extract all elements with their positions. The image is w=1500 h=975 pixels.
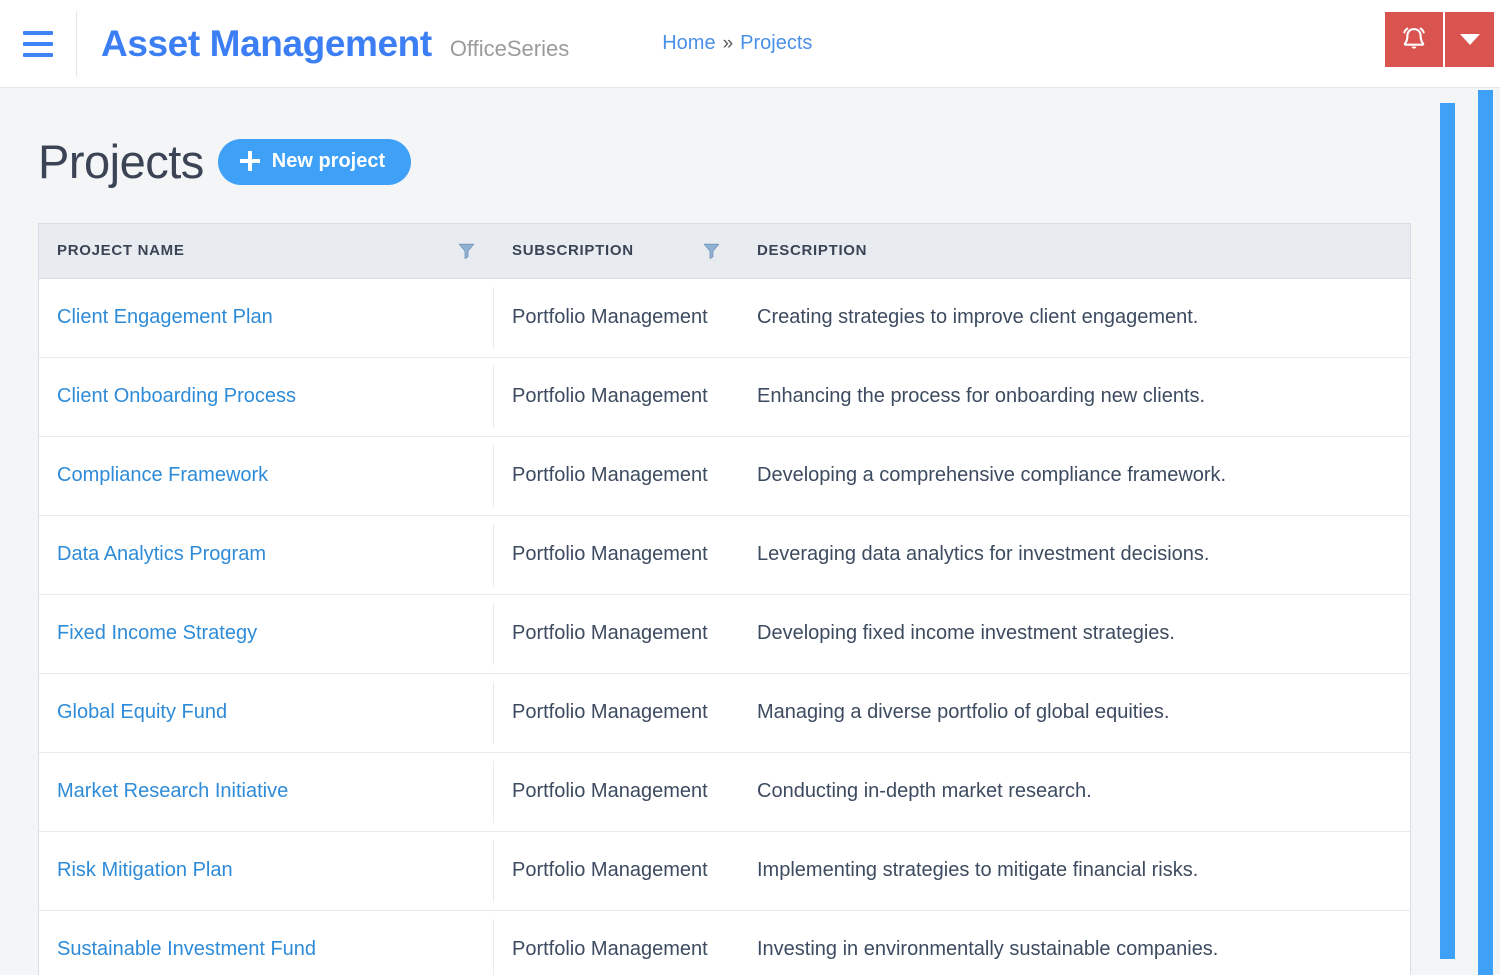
hamburger-line bbox=[23, 41, 53, 46]
content-vertical-scrollbar-thumb[interactable] bbox=[1440, 103, 1455, 959]
filter-funnel-icon-project-name[interactable] bbox=[457, 241, 476, 260]
new-project-button[interactable]: New project bbox=[217, 138, 412, 185]
project-link[interactable]: Client Onboarding Process bbox=[57, 385, 296, 407]
cell-description: Investing in environmentally sustainable… bbox=[757, 938, 1219, 961]
column-header-project-name-label: PROJECT NAME bbox=[57, 242, 185, 260]
table-row: Global Equity Fund Portfolio Management … bbox=[39, 673, 1410, 753]
column-header-description: DESCRIPTION bbox=[739, 224, 1410, 279]
project-link[interactable]: Sustainable Investment Fund bbox=[57, 938, 316, 960]
project-link[interactable]: Global Equity Fund bbox=[57, 701, 227, 723]
projects-table-container: PROJECT NAME SUBSCRIPTION DESCRIPTION Cl… bbox=[38, 223, 1411, 975]
alarm-dropdown-button[interactable] bbox=[1445, 12, 1494, 67]
cell-project-name: Sustainable Investment Fund bbox=[39, 910, 494, 975]
column-header-description-label: DESCRIPTION bbox=[757, 242, 868, 260]
column-header-project-name[interactable]: PROJECT NAME bbox=[39, 224, 494, 279]
projects-table: PROJECT NAME SUBSCRIPTION DESCRIPTION Cl… bbox=[39, 224, 1410, 975]
table-header-row: PROJECT NAME SUBSCRIPTION DESCRIPTION bbox=[39, 224, 1410, 279]
alarm-bell-button[interactable] bbox=[1385, 12, 1443, 67]
breadcrumb-link-home[interactable]: Home bbox=[662, 32, 715, 55]
cell-subscription: Portfolio Management bbox=[494, 752, 739, 832]
project-link[interactable]: Compliance Framework bbox=[57, 464, 268, 486]
cell-project-name: Market Research Initiative bbox=[39, 752, 494, 832]
cell-description: Developing a comprehensive compliance fr… bbox=[739, 436, 1410, 516]
project-link[interactable]: Market Research Initiative bbox=[57, 780, 288, 802]
hamburger-menu-icon[interactable] bbox=[0, 0, 76, 88]
hamburger-line bbox=[23, 52, 53, 57]
cell-description: Developing fixed income investment strat… bbox=[739, 594, 1410, 674]
caret-down-icon bbox=[1459, 34, 1480, 45]
project-link[interactable]: Risk Mitigation Plan bbox=[57, 859, 233, 881]
table-row: Market Research Initiative Portfolio Man… bbox=[39, 752, 1410, 832]
cell-description: Managing a diverse portfolio of global e… bbox=[739, 673, 1410, 753]
cell-subscription: Portfolio Management bbox=[494, 436, 739, 516]
cell-subscription: Portfolio Management bbox=[494, 278, 739, 358]
table-row: Compliance Framework Portfolio Managemen… bbox=[39, 436, 1410, 516]
cell-subscription: Portfolio Management bbox=[494, 357, 739, 437]
cell-description: Conducting in-depth market research. bbox=[739, 752, 1410, 832]
brand-subtitle: OfficeSeries bbox=[449, 35, 570, 61]
cell-subscription: Portfolio Management bbox=[494, 594, 739, 674]
project-link[interactable]: Client Engagement Plan bbox=[57, 306, 273, 328]
cell-project-name: Data Analytics Program bbox=[39, 515, 494, 595]
brand: Asset Management OfficeSeries bbox=[77, 23, 569, 65]
table-row: Sustainable Investment Fund Portfolio Ma… bbox=[39, 910, 1410, 975]
breadcrumb: Home » Projects bbox=[662, 32, 812, 55]
cell-project-name: Compliance Framework bbox=[39, 436, 494, 516]
cell-project-name: Client Onboarding Process bbox=[39, 357, 494, 437]
cell-subscription: Portfolio Management bbox=[512, 938, 708, 961]
cell-description: Creating strategies to improve client en… bbox=[739, 278, 1410, 358]
project-link[interactable]: Data Analytics Program bbox=[57, 543, 266, 565]
breadcrumb-link-projects[interactable]: Projects bbox=[740, 32, 812, 55]
project-link[interactable]: Fixed Income Strategy bbox=[57, 622, 257, 644]
filter-funnel-icon-subscription[interactable] bbox=[702, 241, 721, 260]
cell-description: Leveraging data analytics for investment… bbox=[739, 515, 1410, 595]
projects-table-body: Client Engagement Plan Portfolio Managem… bbox=[39, 278, 1410, 975]
plus-icon bbox=[239, 151, 260, 171]
table-row: Data Analytics Program Portfolio Managem… bbox=[39, 515, 1410, 595]
brand-title: Asset Management bbox=[101, 22, 432, 64]
cell-project-name: Client Engagement Plan bbox=[39, 278, 494, 358]
cell-project-name: Global Equity Fund bbox=[39, 673, 494, 753]
cell-subscription: Portfolio Management bbox=[494, 831, 739, 911]
table-row: Client Onboarding Process Portfolio Mana… bbox=[39, 357, 1410, 437]
breadcrumb-separator: » bbox=[722, 32, 734, 54]
page-header: Projects New project bbox=[0, 88, 1500, 189]
hamburger-line bbox=[23, 30, 53, 35]
cell-project-name: Fixed Income Strategy bbox=[39, 594, 494, 674]
page-vertical-scrollbar-thumb[interactable] bbox=[1478, 90, 1493, 975]
new-project-label: New project bbox=[271, 149, 386, 172]
top-bar-actions bbox=[1385, 12, 1494, 67]
table-row: Risk Mitigation Plan Portfolio Managemen… bbox=[39, 831, 1410, 911]
top-bar: Asset Management OfficeSeries Home » Pro… bbox=[0, 0, 1500, 88]
page-content: Projects New project PROJECT NAME SUBSCR… bbox=[0, 88, 1500, 975]
cell-subscription: Portfolio Management bbox=[494, 673, 739, 753]
projects-table-header: PROJECT NAME SUBSCRIPTION DESCRIPTION bbox=[39, 224, 1410, 279]
cell-description: Implementing strategies to mitigate fina… bbox=[739, 831, 1410, 911]
page-title: Projects bbox=[38, 135, 204, 188]
cell-subscription: Portfolio Management bbox=[494, 515, 739, 595]
table-row: Client Engagement Plan Portfolio Managem… bbox=[39, 278, 1410, 358]
alarm-bell-icon bbox=[1403, 27, 1425, 49]
column-header-subscription-label: SUBSCRIPTION bbox=[512, 242, 634, 260]
table-row: Fixed Income Strategy Portfolio Manageme… bbox=[39, 594, 1410, 674]
cell-description: Enhancing the process for onboarding new… bbox=[739, 357, 1410, 437]
cell-project-name: Risk Mitigation Plan bbox=[39, 831, 494, 911]
column-header-subscription[interactable]: SUBSCRIPTION bbox=[494, 224, 739, 279]
